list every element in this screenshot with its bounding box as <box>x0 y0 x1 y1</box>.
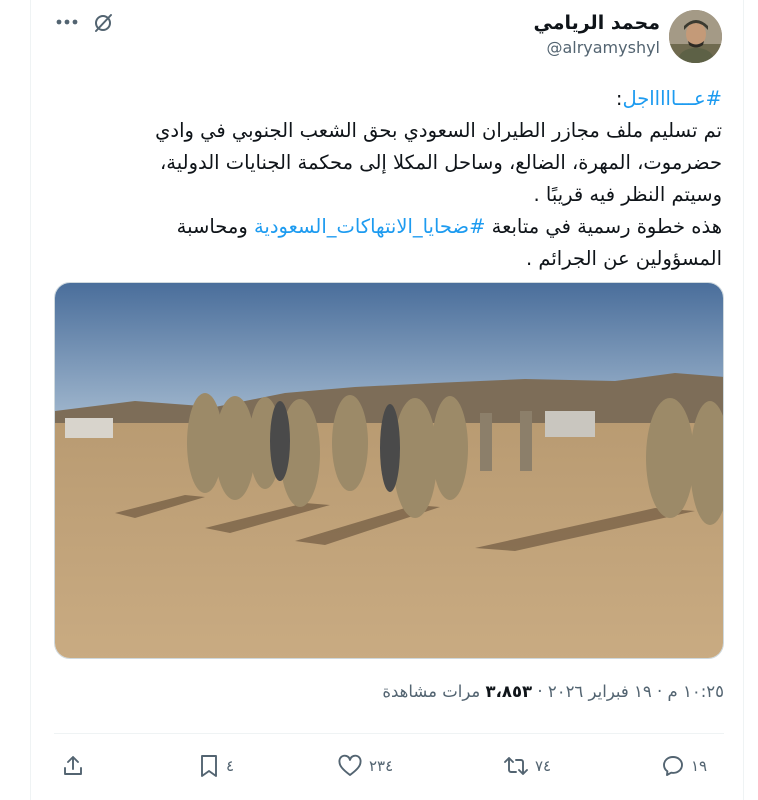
reply-icon <box>661 754 685 778</box>
share-button[interactable] <box>61 752 85 780</box>
user-handle[interactable]: @alryamyshyl <box>546 38 660 57</box>
like-icon <box>337 754 363 778</box>
bookmark-count: ٤ <box>226 757 235 775</box>
bookmark-icon <box>198 754 220 778</box>
reply-count: ١٩ <box>691 757 708 775</box>
views-label: مرات مشاهدة <box>382 682 486 701</box>
divider <box>54 733 724 734</box>
text-line-4: وسيتم النظر فيه قريبًا . <box>533 183 723 206</box>
text-line-5-start: هذه خطوة رسمية في متابعة <box>485 215 722 238</box>
reply-button[interactable]: ١٩ <box>661 752 707 780</box>
views-count: ٣،٨٥٣ <box>485 682 533 701</box>
text-line-5-end: ومحاسبة <box>176 215 254 238</box>
hashtag-urgent[interactable]: #عـــاااااجل <box>622 87 722 110</box>
text-line-1: #عـــاااااجل: <box>42 83 722 115</box>
display-name[interactable]: محمد الريامي <box>533 12 660 34</box>
tweet-meta: ١٠:٢٥ م · ١٩ فبراير ٢٠٢٦ · ٣،٨٥٣ مرات مش… <box>382 682 724 701</box>
hashtag-victims[interactable]: #ضحايا_الانتهاكات_السعودية <box>254 215 485 238</box>
bookmark-button[interactable]: ٤ <box>198 752 234 780</box>
tweet-text: #عـــاااااجل: تم تسليم ملف مجازر الطيران… <box>42 83 722 275</box>
text-line-2: تم تسليم ملف مجازر الطيران السعودي بحق ا… <box>155 119 722 142</box>
tweet-media-image[interactable] <box>54 282 724 659</box>
retweet-icon <box>503 754 529 778</box>
timestamp[interactable]: ١٠:٢٥ م · ١٩ فبراير ٢٠٢٦ · <box>532 682 724 701</box>
text-line-5: هذه خطوة رسمية في متابعة #ضحايا_الانتهاك… <box>42 211 722 243</box>
grok-icon[interactable] <box>90 10 116 36</box>
like-count: ٢٣٤ <box>369 757 394 775</box>
retweet-count: ٧٤ <box>535 757 552 775</box>
more-icon[interactable] <box>54 10 80 34</box>
retweet-button[interactable]: ٧٤ <box>503 752 551 780</box>
like-button[interactable]: ٢٣٤ <box>337 752 393 780</box>
text-line-6: المسؤولين عن الجرائم . <box>526 247 722 270</box>
avatar[interactable] <box>669 10 722 63</box>
share-icon <box>61 754 85 778</box>
text-line-3: حضرموت، المهرة، الضالع، وساحل المكلا إلى… <box>160 151 722 174</box>
